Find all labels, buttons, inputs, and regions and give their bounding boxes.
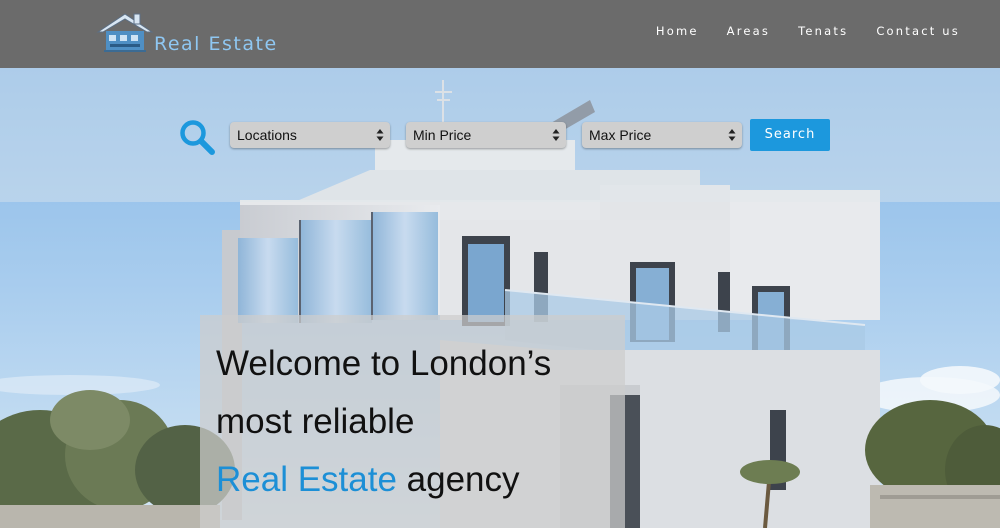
magnifier-icon[interactable] xyxy=(178,118,216,156)
welcome-heading: Welcome to London’s most reliable Real E… xyxy=(216,335,616,509)
brand-name: Real Estate xyxy=(154,33,278,55)
min-price-select-value: Min Price xyxy=(413,127,472,143)
nav-contact-link[interactable]: Contact us xyxy=(876,24,960,38)
welcome-line-1: Welcome to London’s xyxy=(216,344,552,383)
locations-select-value: Locations xyxy=(237,127,297,143)
locations-select[interactable]: Locations xyxy=(230,122,390,148)
select-arrows-icon xyxy=(376,129,384,141)
welcome-line-3-rest: agency xyxy=(396,460,520,499)
nav-tenats-link[interactable]: Tenats xyxy=(798,24,848,38)
welcome-line-2: most reliable xyxy=(216,402,415,441)
nav-home-link[interactable]: Home xyxy=(656,24,699,38)
house-logo-icon xyxy=(96,13,154,52)
max-price-select[interactable]: Max Price xyxy=(582,122,742,148)
site-header: Real Estate Home Areas Tenats Contact us xyxy=(0,0,1000,68)
welcome-panel: Welcome to London’s most reliable Real E… xyxy=(200,315,625,528)
brand-logo[interactable]: Real Estate xyxy=(96,8,296,60)
search-button[interactable]: Search xyxy=(750,119,830,151)
min-price-select[interactable]: Min Price xyxy=(406,122,566,148)
nav-areas-link[interactable]: Areas xyxy=(727,24,770,38)
select-arrows-icon xyxy=(552,129,560,141)
main-nav: Home Areas Tenats Contact us xyxy=(628,24,960,38)
max-price-select-value: Max Price xyxy=(589,127,652,143)
welcome-accent-text: Real Estate xyxy=(216,460,397,499)
select-arrows-icon xyxy=(728,129,736,141)
